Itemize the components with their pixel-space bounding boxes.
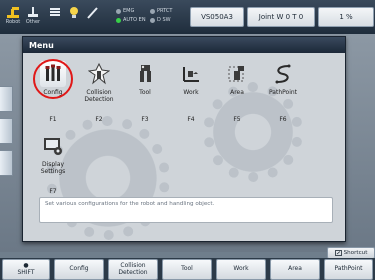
fkey-pathpoint[interactable]: PathPoint [324,259,373,280]
menu-item-label: Work [183,89,199,96]
menu-item-tool[interactable]: Tool F3 [125,61,165,123]
menu-item-label: Collision Detection [84,89,114,103]
menu-item-key: F2 [95,116,103,123]
emg-label: EMG [123,8,135,14]
program-name: VS050A3 [201,13,233,21]
lightbulb-icon[interactable] [64,6,84,28]
fkey-label: Area [288,265,302,273]
menu-item-pathpoint[interactable]: PathPoint F6 [263,61,303,123]
program-name-field[interactable]: VS050A3 [190,7,244,27]
emg-indicator: EMG [116,7,134,16]
shortcut-label: Shortcut [343,250,368,256]
side-tab-1[interactable] [0,86,13,112]
fkey-shift[interactable]: ● SHIFT [2,259,50,280]
protect-indicator: PRTCT [150,7,172,16]
menu-item-label: Display Settings [40,161,66,175]
menu-item-display-settings[interactable]: Display Settings F7 [33,133,73,195]
menu-item-label: Tool [139,89,151,96]
menu-title: Menu [23,37,345,53]
collision-detection-icon [86,61,112,87]
robot-icon[interactable]: Robot [3,6,23,28]
work-icon [178,61,204,87]
tool-icon-label: Other [25,19,41,25]
shortcut-icon [334,250,342,256]
menu-item-key: F3 [141,116,149,123]
speed-field[interactable]: 1 % [318,7,374,27]
menu-item-key: F4 [187,116,195,123]
description-text: Set various configurations for the robot… [45,201,215,207]
fkey-label: Collision Detection [118,261,148,276]
area-icon [224,61,250,87]
dsw-indicator: D SW [150,16,171,25]
coordinate-mode: Joint W 0 T 0 [258,13,304,21]
side-tab-3[interactable] [0,150,13,176]
menu-item-collision-detection[interactable]: Collision Detection F2 [79,61,119,123]
program-icon[interactable] [45,6,65,28]
tool-icon [132,61,158,87]
menu-dialog: Menu Config F1 Collision Detection F2 To… [22,36,346,242]
pathpoint-icon [270,61,296,87]
dsw-label: D SW [157,17,171,23]
fkey-tool[interactable]: Tool [162,259,212,280]
fkey-label: Config [69,265,89,273]
fkey-label: SHIFT [17,268,35,276]
fkey-area[interactable]: Area [270,259,320,280]
menu-item-key: F6 [279,116,287,123]
pen-icon[interactable] [83,6,103,28]
highlight-ring [33,59,73,99]
status-indicators: EMG PRTCT AUTO EN D SW [116,7,186,27]
fkey-label: PathPoint [334,265,363,273]
menu-item-label: PathPoint [268,89,298,96]
menu-item-area[interactable]: Area F5 [217,61,257,123]
display-settings-icon [40,133,66,159]
fkey-config[interactable]: Config [54,259,104,280]
coordinate-mode-field[interactable]: Joint W 0 T 0 [247,7,315,27]
side-tab-2[interactable] [0,118,13,144]
robot-icon-label: Robot [5,19,21,25]
menu-item-label: Area [230,89,244,96]
speed-value: 1 % [339,13,353,21]
menu-item-key: F5 [233,116,241,123]
tool-icon[interactable]: Other [23,6,43,28]
description-box: Set various configurations for the robot… [39,197,333,223]
menu-item-work[interactable]: Work F4 [171,61,211,123]
auto-en-label: AUTO EN [123,17,146,23]
auto-en-indicator: AUTO EN [116,16,146,25]
protect-label: PRTCT [157,8,173,14]
menu-item-key: F7 [49,188,57,195]
fkey-collision-detection[interactable]: Collision Detection [108,259,158,280]
fkey-label: Tool [181,265,193,273]
fkey-work[interactable]: Work [216,259,266,280]
fkey-label: Work [233,265,249,273]
status-bar: Robot Other EMG PRTCT AUTO EN D SW VS050… [0,0,375,35]
menu-item-key: F1 [49,116,57,123]
